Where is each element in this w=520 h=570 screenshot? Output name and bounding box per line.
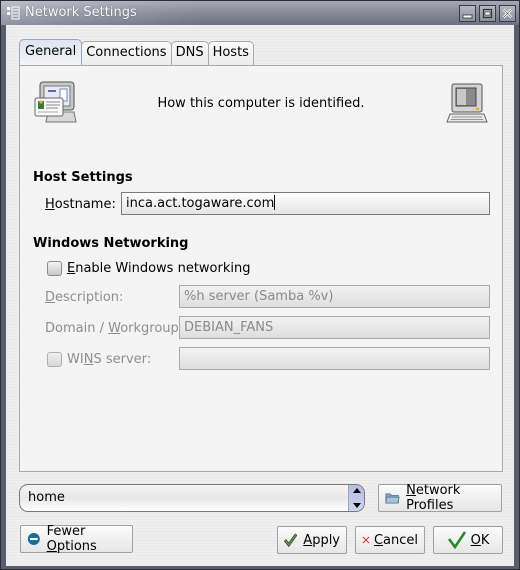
enable-windows-networking-checkbox[interactable] (47, 261, 62, 276)
maximize-button[interactable] (479, 5, 496, 22)
host-settings-heading: Host Settings (33, 170, 133, 185)
enable-windows-networking-label[interactable]: Enable Windows networking (67, 261, 250, 276)
computer-icon (446, 83, 488, 123)
apply-button[interactable]: Apply (277, 526, 347, 554)
wins-server-label[interactable]: WINS server: (67, 352, 151, 367)
description-label: Description: (45, 290, 124, 305)
profile-value: home (28, 490, 65, 505)
network-profile-select[interactable]: home (19, 484, 365, 512)
profile-spinner[interactable] (348, 485, 364, 511)
window-title: Network Settings (25, 5, 137, 20)
wins-server-input[interactable] (179, 347, 490, 370)
dialog-client: General Connections DNS Hosts How this c… (6, 25, 514, 566)
cancel-label: Cancel (373, 532, 418, 548)
header-description: How this computer is identified. (157, 96, 365, 111)
tab-bar: General Connections DNS Hosts (19, 39, 254, 65)
network-settings-window: Network Settings General Connections DNS… (0, 0, 520, 570)
minus-circle-icon (27, 533, 40, 545)
ok-checkmark-icon (447, 531, 466, 549)
network-profiles-button[interactable]: Network Profiles (378, 483, 502, 513)
general-panel: How this computer is identified. Host Se… (19, 65, 503, 472)
maximize-icon (482, 8, 493, 19)
tab-dns[interactable]: DNS (170, 41, 209, 65)
network-profiles-label: Network Profiles (406, 483, 461, 513)
arrow-up-icon (352, 488, 361, 493)
ok-label: OK (470, 532, 490, 548)
apply-label: Apply (303, 532, 340, 548)
hostname-label: Hostname: (45, 197, 116, 212)
app-icon (7, 6, 20, 20)
fewer-options-button[interactable]: Fewer Options (20, 524, 133, 554)
workgroup-input[interactable]: DEBIAN_FANS (179, 316, 490, 339)
windows-networking-heading: Windows Networking (33, 236, 189, 251)
ok-button[interactable]: OK (433, 526, 503, 554)
arrow-down-icon (352, 503, 361, 508)
description-input[interactable]: %h server (Samba %v) (179, 285, 490, 308)
wins-server-checkbox[interactable] (47, 352, 62, 367)
hostname-input[interactable]: inca.act.togaware.com (121, 192, 490, 215)
workgroup-label: Domain / Workgroup: (45, 321, 184, 336)
tab-general[interactable]: General (19, 39, 83, 65)
fewer-options-label: Fewer Options (46, 524, 97, 554)
folder-icon (385, 493, 400, 504)
tab-connections[interactable]: Connections (81, 41, 172, 65)
cancel-x-icon (362, 536, 370, 544)
close-button[interactable] (499, 5, 516, 22)
title-bar[interactable]: Network Settings (1, 1, 519, 25)
minimize-button[interactable] (459, 5, 476, 22)
cancel-button[interactable]: Cancel (355, 526, 425, 554)
checkmark-icon (284, 533, 298, 547)
tab-hosts[interactable]: Hosts (207, 41, 254, 65)
minimize-icon (462, 14, 473, 19)
close-icon (502, 8, 513, 19)
